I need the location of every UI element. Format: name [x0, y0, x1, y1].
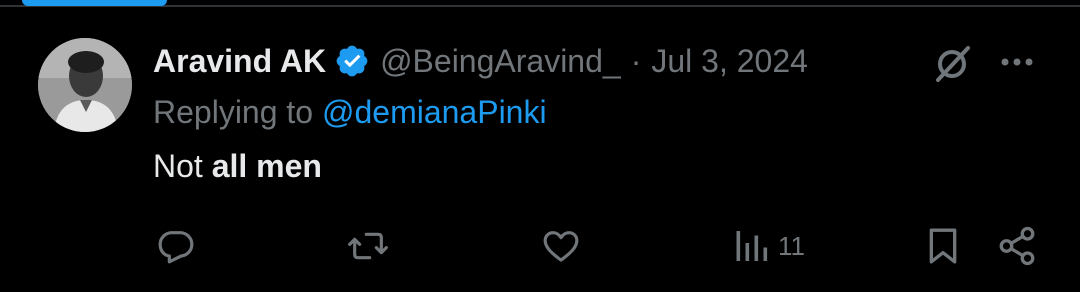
grok-icon[interactable]: [928, 40, 976, 88]
views-button[interactable]: 11: [732, 224, 805, 268]
tweet-timestamp[interactable]: Jul 3, 2024: [651, 43, 808, 80]
separator-dot: ·: [630, 42, 642, 79]
share-icon: [999, 226, 1035, 266]
reply-button[interactable]: [156, 224, 196, 268]
like-icon: [543, 231, 579, 262]
author-handle[interactable]: @BeingAravind_: [380, 43, 621, 80]
author-name[interactable]: Aravind AK: [153, 43, 326, 80]
share-button[interactable]: [996, 224, 1038, 268]
bookmark-icon: [929, 228, 957, 264]
tweet-text-bold: all men: [211, 148, 322, 184]
views-icon: [736, 231, 768, 261]
like-button[interactable]: [540, 224, 582, 268]
avatar[interactable]: [38, 38, 132, 132]
views-count: 11: [778, 230, 805, 261]
retweet-button[interactable]: [346, 224, 390, 268]
avatar-photo: [38, 38, 132, 132]
more-options-icon[interactable]: [996, 45, 1038, 79]
replying-to-label: Replying to: [153, 94, 314, 130]
top-tab-indicator: [22, 0, 167, 6]
verified-badge-icon: [334, 43, 370, 79]
replying-to-line: Replying to @demianaPinki: [153, 94, 547, 131]
retweet-icon: [348, 232, 388, 260]
reply-icon: [158, 231, 194, 264]
tweet-text-plain: Not: [153, 148, 203, 184]
tweet-header: Aravind AK @BeingAravind_ · Jul 3, 2024: [153, 38, 808, 84]
bookmark-button[interactable]: [924, 224, 962, 268]
replying-to-handle-link[interactable]: @demianaPinki: [322, 94, 547, 130]
tweet-text: Not all men: [153, 148, 322, 185]
